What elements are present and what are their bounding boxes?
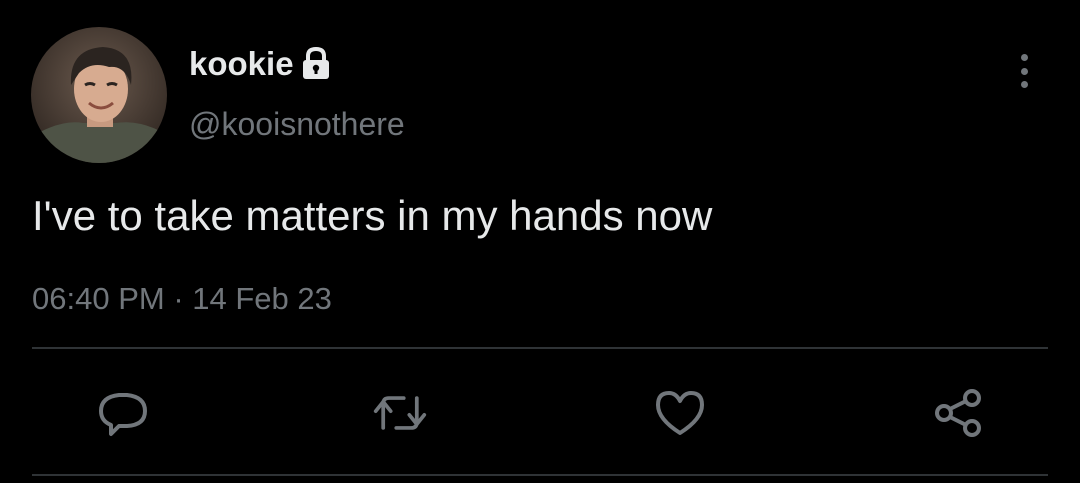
retweet-button[interactable]	[372, 387, 428, 439]
more-options-icon[interactable]	[1012, 54, 1036, 88]
display-name-text[interactable]: kookie	[189, 44, 294, 84]
tweet-time: 06:40 PM	[32, 281, 165, 316]
like-button[interactable]	[652, 387, 708, 439]
reply-button[interactable]	[95, 387, 151, 439]
meta-separator: ·	[173, 281, 184, 316]
avatar[interactable]	[31, 27, 167, 163]
share-icon	[935, 389, 981, 437]
speech-bubble-icon	[99, 393, 147, 436]
share-button[interactable]	[930, 387, 986, 439]
user-handle[interactable]: @kooisnothere	[189, 104, 405, 144]
display-name[interactable]: kookie	[189, 44, 332, 84]
lock-icon	[300, 46, 332, 81]
tweet-timestamp[interactable]: 06:40 PM · 14 Feb 23	[32, 279, 332, 319]
tweet-date: 14 Feb 23	[192, 281, 332, 316]
dot	[1020, 54, 1028, 61]
retweet-icon	[373, 396, 427, 430]
divider	[32, 347, 1048, 349]
dot	[1020, 67, 1028, 75]
heart-icon	[656, 391, 704, 435]
dot	[1020, 81, 1028, 88]
bottom-divider	[32, 474, 1048, 476]
tweet-text: I've to take matters in my hands now	[32, 192, 713, 239]
